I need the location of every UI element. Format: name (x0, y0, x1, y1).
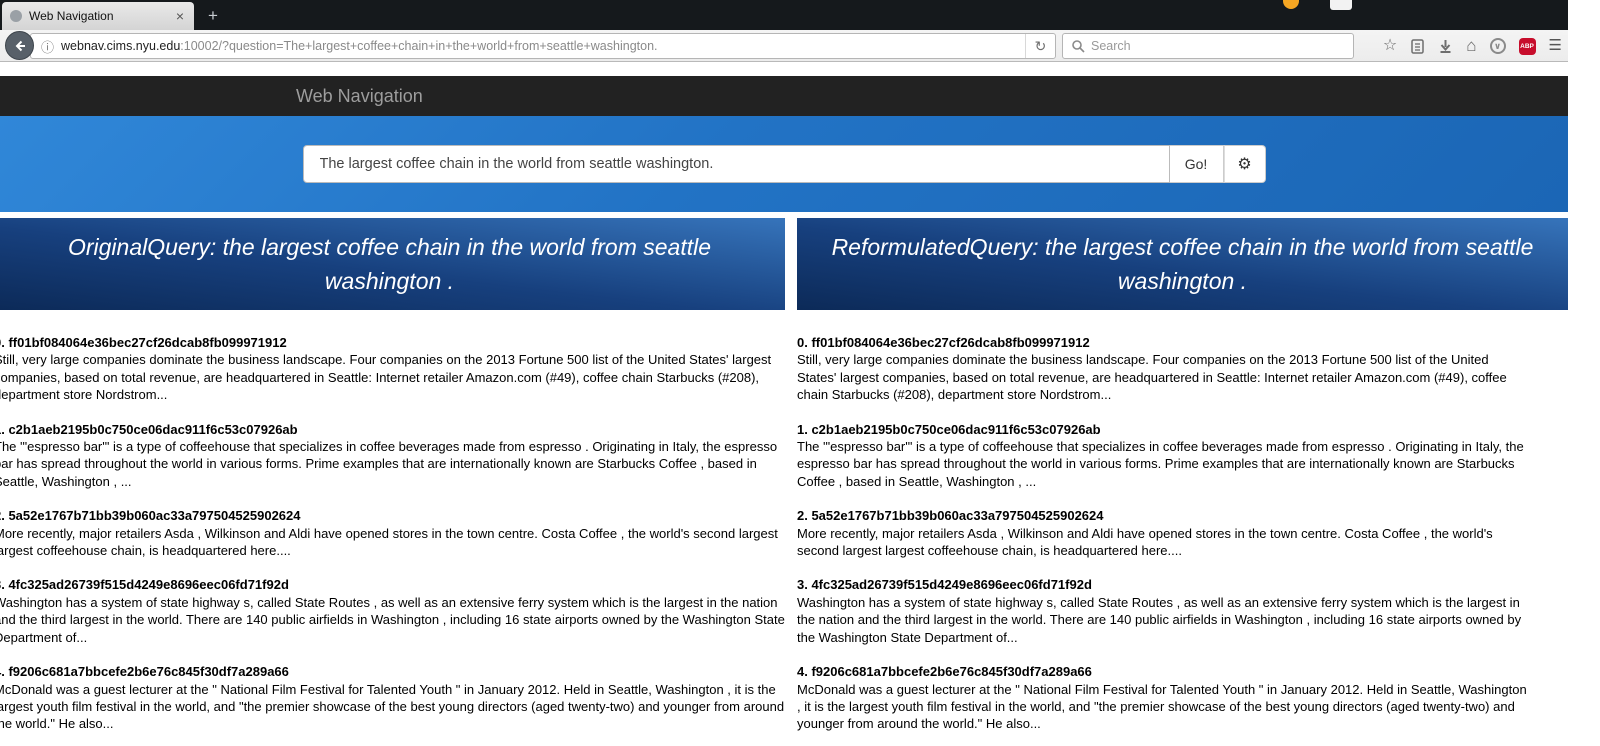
browser-window: Web Navigation × + ⓘ webnav.cims.nyu.edu… (0, 0, 1568, 746)
page-content: Web Navigation Go! ⚙ OriginalQuery: the … (0, 62, 1568, 746)
gear-icon: ⚙ (1237, 156, 1252, 173)
downloads-icon[interactable] (1438, 38, 1453, 54)
result-item: 1. c2b1aeb2195b0c750ce06dac911f6c53c0792… (797, 421, 1528, 491)
result-item: 4. f9206c681a7bbcefe2b6e76c845f30df7a289… (797, 663, 1528, 733)
result-id: 3. 4fc325ad26739f515d4249e8696eec06fd71f… (797, 577, 1092, 593)
settings-button[interactable]: ⚙ (1223, 145, 1266, 183)
search-icon (1072, 40, 1085, 53)
site-navbar: Web Navigation (0, 76, 1568, 116)
result-item: 2. 5a52e1767b71bb39b060ac33a797504525902… (0, 507, 785, 559)
back-button[interactable] (5, 31, 34, 60)
result-item: 1. c2b1aeb2195b0c750ce06dac911f6c53c0792… (0, 421, 785, 491)
reformulated-query-header: ReformulatedQuery: the largest coffee ch… (797, 218, 1568, 310)
result-item: 3. 4fc325ad26739f515d4249e8696eec06fd71f… (797, 576, 1528, 646)
go-button[interactable]: Go! (1169, 145, 1224, 183)
result-snippet: More recently, major retailers Asda , Wi… (797, 525, 1493, 559)
result-id: 4. f9206c681a7bbcefe2b6e76c845f30df7a289… (0, 664, 289, 680)
result-id: 2. 5a52e1767b71bb39b060ac33a797504525902… (797, 508, 1104, 524)
tab-close-icon[interactable]: × (174, 9, 186, 23)
original-query-results: 0. ff01bf084064e36bec27cf26dcab8fb099971… (0, 310, 785, 733)
result-id: 2. 5a52e1767b71bb39b060ac33a797504525902… (0, 508, 301, 524)
result-snippet: Washington has a system of state highway… (0, 594, 785, 645)
original-query-header: OriginalQuery: the largest coffee chain … (0, 218, 785, 310)
result-item: 2. 5a52e1767b71bb39b060ac33a797504525902… (797, 507, 1528, 559)
back-arrow-icon (15, 40, 25, 51)
reformulated-query-column: ReformulatedQuery: the largest coffee ch… (797, 218, 1568, 746)
menu-icon[interactable]: ☰ (1549, 38, 1562, 54)
adblock-plus-icon[interactable]: ABP (1518, 37, 1536, 55)
question-form: Go! ⚙ (302, 145, 1266, 183)
search-placeholder: Search (1091, 39, 1131, 53)
result-id: 4. f9206c681a7bbcefe2b6e76c845f30df7a289… (797, 664, 1092, 680)
search-hero: Go! ⚙ (0, 116, 1568, 212)
new-tab-button[interactable]: + (200, 4, 226, 28)
url-bar[interactable]: ⓘ webnav.cims.nyu.edu :10002/?question=T… (30, 33, 1056, 59)
reload-button[interactable]: ↻ (1025, 34, 1055, 58)
system-tray-icon (1283, 0, 1299, 9)
reformulated-query-results: 0. ff01bf084064e36bec27cf26dcab8fb099971… (797, 310, 1568, 733)
result-item: 0. ff01bf084064e36bec27cf26dcab8fb099971… (0, 334, 785, 404)
original-query-column: OriginalQuery: the largest coffee chain … (0, 218, 785, 746)
info-icon[interactable]: ⓘ (41, 37, 54, 56)
navigation-toolbar: ⓘ webnav.cims.nyu.edu :10002/?question=T… (0, 30, 1568, 62)
browser-tab[interactable]: Web Navigation × (2, 2, 194, 30)
result-id: 1. c2b1aeb2195b0c750ce06dac911f6c53c0792… (797, 421, 1101, 437)
site-brand: Web Navigation (296, 86, 423, 106)
question-input[interactable] (302, 145, 1170, 183)
result-snippet: Washington has a system of state highway… (797, 594, 1522, 645)
url-host: webnav.cims.nyu.edu (61, 39, 181, 53)
tab-title: Web Navigation (29, 9, 114, 23)
result-snippet: McDonald was a guest lecturer at the " N… (797, 681, 1527, 732)
page-favicon-icon (10, 10, 22, 22)
result-snippet: The '"espresso bar'" is a type of coffee… (0, 439, 778, 489)
toolbar-icons: ☆ ⌂ ∨ ABP ☰ (1383, 30, 1562, 62)
result-snippet: Still, very large companies dominate the… (797, 352, 1507, 403)
result-item: 0. ff01bf084064e36bec27cf26dcab8fb099971… (797, 334, 1528, 404)
result-id: 0. ff01bf084064e36bec27cf26dcab8fb099971… (797, 335, 1090, 350)
result-snippet: Still, very large companies dominate the… (0, 352, 772, 403)
result-item: 3. 4fc325ad26739f515d4249e8696eec06fd71f… (0, 576, 785, 646)
result-id: 0. ff01bf084064e36bec27cf26dcab8fb099971… (0, 335, 287, 350)
url-path: :10002/?question=The+largest+coffee+chai… (180, 39, 658, 53)
results-columns: OriginalQuery: the largest coffee chain … (0, 218, 1568, 746)
result-item: 4. f9206c681a7bbcefe2b6e76c845f30df7a289… (0, 663, 785, 733)
result-snippet: McDonald was a guest lecturer at the " N… (0, 681, 785, 732)
result-id: 1. c2b1aeb2195b0c750ce06dac911f6c53c0792… (0, 421, 298, 437)
result-snippet: The '"espresso bar'" is a type of coffee… (797, 439, 1524, 489)
page-top-gap (0, 62, 1568, 76)
result-id: 3. 4fc325ad26739f515d4249e8696eec06fd71f… (0, 577, 289, 593)
bookmark-star-icon[interactable]: ☆ (1383, 38, 1397, 54)
result-snippet: More recently, major retailers Asda , Wi… (0, 525, 778, 559)
system-tray-icon-2 (1330, 0, 1352, 10)
bookmarks-panel-icon[interactable] (1410, 38, 1425, 54)
pocket-icon[interactable]: ∨ (1489, 38, 1506, 54)
home-icon[interactable]: ⌂ (1466, 37, 1476, 54)
browser-search-field[interactable]: Search (1062, 33, 1354, 59)
tab-bar: Web Navigation × + (0, 0, 1568, 30)
